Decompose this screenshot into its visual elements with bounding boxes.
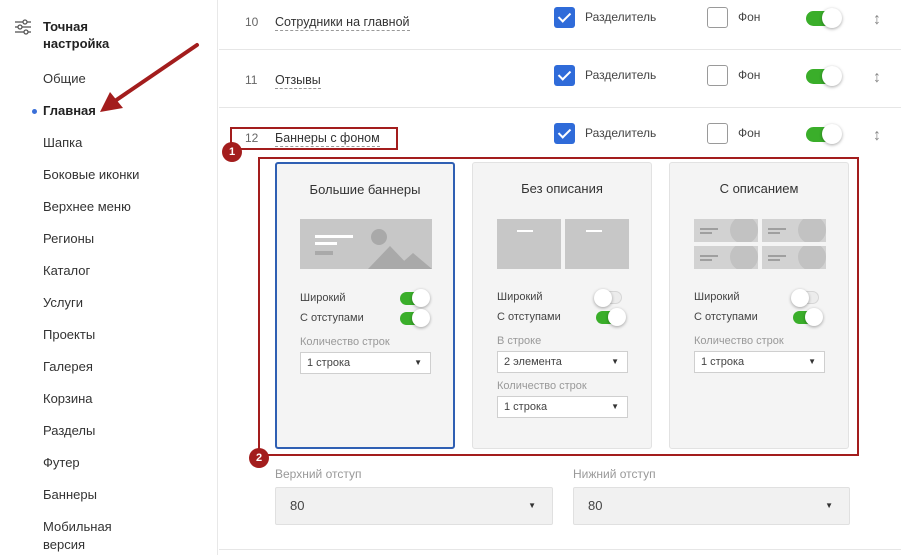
toggle-knob (791, 289, 809, 307)
rows-count-label: Количество строк (497, 380, 587, 392)
wide-toggle[interactable] (791, 289, 819, 307)
card-title: С описанием (719, 181, 799, 196)
divider-label: Разделитель (585, 68, 657, 82)
section-row: 11 Отзывы Разделитель Фон ↕ (219, 50, 901, 108)
select-value: 2 элемента (504, 356, 562, 368)
background-label: Фон (738, 126, 761, 140)
sidebar-item-regions[interactable]: Регионы (43, 230, 139, 262)
row-title[interactable]: Сотрудники на главной (275, 14, 410, 31)
rows-count-label: Количество строк (300, 336, 390, 348)
sidebar-item-cart[interactable]: Корзина (43, 390, 139, 422)
rows-count-select[interactable]: 1 строка ▼ (497, 396, 628, 418)
background-checkbox[interactable] (707, 7, 728, 28)
rows-count-select[interactable]: 1 строка ▼ (300, 352, 431, 374)
rows-count-label: Количество строк (694, 335, 784, 347)
caret-down-icon: ▼ (808, 357, 816, 366)
divider-checkbox[interactable] (554, 7, 575, 28)
divider (219, 549, 901, 550)
wide-label: Широкий (300, 292, 346, 304)
sidebar-item-sections[interactable]: Разделы (43, 422, 139, 454)
bottom-padding-label: Нижний отступ (573, 467, 656, 481)
padding-label: С отступами (497, 311, 561, 323)
wide-toggle[interactable] (400, 289, 430, 307)
toggle-knob (822, 8, 842, 28)
wide-label: Широкий (497, 291, 543, 303)
caret-down-icon: ▼ (414, 358, 422, 367)
bottom-padding-select[interactable]: 80 ▼ (573, 487, 850, 525)
background-label: Фон (738, 68, 761, 82)
caret-down-icon: ▼ (611, 402, 619, 411)
section-toggle[interactable] (806, 124, 842, 144)
annotation-badge-2: 2 (249, 448, 269, 468)
background-label: Фон (738, 10, 761, 24)
toggle-knob (822, 66, 842, 86)
row-title[interactable]: Отзывы (275, 72, 321, 89)
caret-down-icon: ▼ (528, 501, 536, 510)
padding-label: С отступами (300, 312, 364, 324)
card-title: Большие баннеры (309, 182, 421, 197)
sliders-icon (15, 19, 31, 35)
select-value: 1 строка (504, 401, 548, 413)
annotation-badge-1: 1 (222, 142, 242, 162)
section-toggle[interactable] (806, 66, 842, 86)
sidebar-menu: Общие Главная Шапка Боковые иконки Верхн… (31, 70, 139, 552)
toggle-knob (594, 289, 612, 307)
sidebar-item-projects[interactable]: Проекты (43, 326, 139, 358)
toggle-knob (412, 289, 430, 307)
caret-down-icon: ▼ (611, 357, 619, 366)
sidebar-item-footer[interactable]: Футер (43, 454, 139, 486)
wide-toggle[interactable] (594, 289, 622, 307)
padding-toggle[interactable] (793, 308, 823, 326)
drag-handle-icon[interactable]: ↕ (872, 10, 882, 30)
divider-label: Разделитель (585, 126, 657, 140)
section-row: 10 Сотрудники на главной Разделитель Фон… (219, 0, 901, 50)
toggle-knob (608, 308, 626, 326)
sidebar-item-top-menu[interactable]: Верхнее меню (43, 198, 139, 230)
select-value: 1 строка (307, 357, 351, 369)
background-checkbox[interactable] (707, 123, 728, 144)
background-checkbox[interactable] (707, 65, 728, 86)
sidebar-item-banners[interactable]: Баннеры (43, 486, 139, 518)
select-value: 1 строка (701, 356, 745, 368)
padding-label: С отступами (694, 311, 758, 323)
in-row-select[interactable]: 2 элемента ▼ (497, 351, 628, 373)
sidebar-item-services[interactable]: Услуги (43, 294, 139, 326)
padding-toggle[interactable] (400, 309, 430, 327)
wide-label: Широкий (694, 291, 740, 303)
in-row-label: В строке (497, 335, 542, 347)
sidebar-item-header[interactable]: Шапка (43, 134, 139, 166)
banner-type-card-with-description[interactable]: С описанием Широкий С отступами Количест… (669, 162, 849, 449)
divider-checkbox[interactable] (554, 65, 575, 86)
annotation-arrow (100, 43, 199, 112)
top-padding-select[interactable]: 80 ▼ (275, 487, 553, 525)
toggle-knob (412, 309, 430, 327)
drag-handle-icon[interactable]: ↕ (872, 68, 882, 88)
card-title: Без описания (521, 181, 603, 196)
banner-type-card-no-description[interactable]: Без описания Широкий С отступами В строк… (472, 162, 652, 449)
toggle-knob (805, 308, 823, 326)
caret-down-icon: ▼ (825, 501, 833, 510)
banner-type-card-large[interactable]: Большие баннеры Широкий С отступами Коли… (275, 162, 455, 449)
padding-toggle[interactable] (596, 308, 626, 326)
drag-handle-icon[interactable]: ↕ (872, 126, 882, 146)
sidebar-item-catalog[interactable]: Каталог (43, 262, 139, 294)
divider-label: Разделитель (585, 10, 657, 24)
sidebar-item-gallery[interactable]: Галерея (43, 358, 139, 390)
top-padding-label: Верхний отступ (275, 467, 362, 481)
annotation-box-title (230, 127, 398, 150)
divider-checkbox[interactable] (554, 123, 575, 144)
row-number: 10 (245, 15, 259, 29)
rows-count-select[interactable]: 1 строка ▼ (694, 351, 825, 373)
banner-preview-image (497, 219, 629, 269)
select-value: 80 (290, 498, 305, 513)
sidebar-item-mobile[interactable]: Мобильная версия (43, 518, 138, 552)
select-value: 80 (588, 498, 603, 513)
row-number: 11 (245, 73, 258, 87)
banner-preview-image (694, 219, 826, 269)
banner-preview-image (300, 219, 432, 269)
section-toggle[interactable] (806, 8, 842, 28)
toggle-knob (822, 124, 842, 144)
sidebar-item-side-icons[interactable]: Боковые иконки (43, 166, 139, 198)
